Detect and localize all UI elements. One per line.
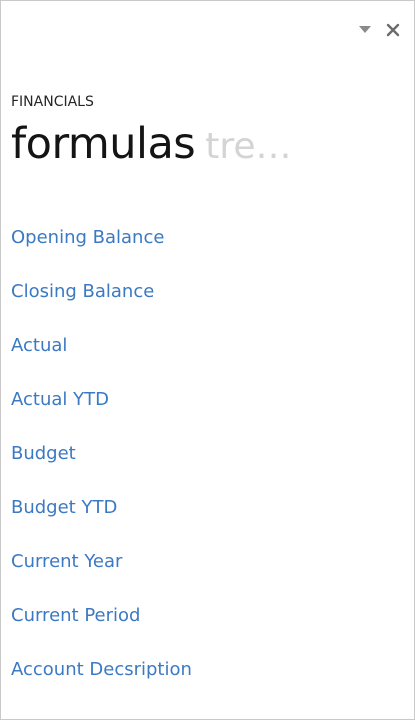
formula-link-current-period[interactable]: Current Period [11,605,140,626]
pivot-tabs: formulas tre… [11,120,292,171]
formula-link-budget-ytd[interactable]: Budget YTD [11,497,117,518]
list-item: Actual [11,335,192,389]
pane-header: FINANCIALS formulas tre… [11,94,292,171]
formula-link-budget[interactable]: Budget [11,443,76,464]
list-item: Closing Balance [11,281,192,335]
close-icon[interactable] [384,21,402,39]
list-item: Account Decsription [11,659,192,713]
list-item: Opening Balance [11,227,192,281]
pane-controls [356,21,402,39]
list-item: Current Year [11,551,192,605]
list-item: Actual YTD [11,389,192,443]
list-item: Current Period [11,605,192,659]
list-item: Budget [11,443,192,497]
task-pane: FINANCIALS formulas tre… Opening Balance… [0,0,415,720]
formula-link-closing-balance[interactable]: Closing Balance [11,281,154,302]
formula-link-opening-balance[interactable]: Opening Balance [11,227,164,248]
formula-link-actual[interactable]: Actual [11,335,67,356]
formula-link-actual-ytd[interactable]: Actual YTD [11,389,109,410]
formula-list: Opening Balance Closing Balance Actual A… [11,227,192,713]
formula-link-account-description[interactable]: Account Decsription [11,659,192,680]
tab-trees[interactable]: tre… [205,123,291,171]
section-title: FINANCIALS [11,94,94,110]
list-item: Budget YTD [11,497,192,551]
chevron-down-icon[interactable] [356,21,374,39]
formula-link-current-year[interactable]: Current Year [11,551,122,572]
tab-formulas[interactable]: formulas [11,120,196,168]
